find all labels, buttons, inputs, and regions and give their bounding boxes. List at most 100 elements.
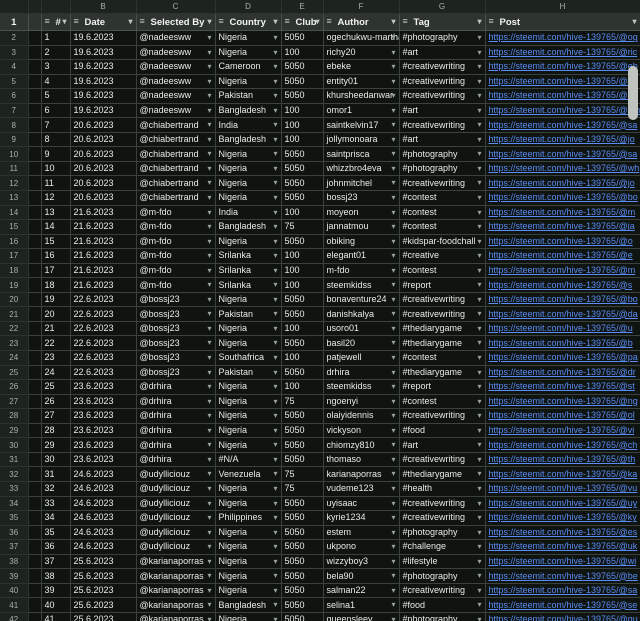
- row-number[interactable]: 12: [0, 175, 29, 192]
- author-cell[interactable]: entity01: [323, 74, 400, 90]
- author-cell[interactable]: ukpono: [323, 539, 400, 555]
- club-cell[interactable]: 100: [281, 45, 324, 61]
- date-cell[interactable]: 21.6.2023: [70, 277, 137, 293]
- club-cell[interactable]: 100: [281, 205, 324, 221]
- selected-by-cell[interactable]: @chiabertrand: [136, 146, 216, 162]
- post-link[interactable]: https://steemit.com/hive-139765/@es: [485, 525, 640, 541]
- tag-cell[interactable]: #creativewriting: [399, 59, 486, 75]
- post-link[interactable]: https://steemit.com/hive-139765/@se: [485, 597, 640, 613]
- country-cell[interactable]: Pakistan: [215, 365, 282, 381]
- date-cell[interactable]: 24.6.2023: [70, 510, 137, 526]
- tag-cell[interactable]: #contest: [399, 205, 486, 221]
- row-number[interactable]: 16: [0, 234, 29, 250]
- spacer-cell[interactable]: [28, 248, 42, 264]
- country-cell[interactable]: Nigeria: [215, 554, 282, 570]
- date-cell[interactable]: 25.6.2023: [70, 554, 137, 570]
- selected-by-cell[interactable]: @chiabertrand: [136, 132, 216, 148]
- number-cell[interactable]: 17: [41, 263, 71, 279]
- spacer-cell[interactable]: [28, 117, 42, 133]
- author-cell[interactable]: jannatmou: [323, 219, 400, 235]
- spacer-cell[interactable]: [28, 263, 42, 279]
- date-cell[interactable]: 20.6.2023: [70, 117, 137, 133]
- number-cell[interactable]: 20: [41, 306, 71, 322]
- spacer-cell[interactable]: [28, 277, 42, 293]
- country-cell[interactable]: Nigeria: [215, 292, 282, 308]
- spacer-cell[interactable]: [28, 306, 42, 322]
- club-cell[interactable]: 5050: [281, 612, 324, 621]
- post-link[interactable]: https://steemit.com/hive-139765/@wh: [485, 161, 640, 177]
- author-cell[interactable]: steemkidss: [323, 277, 400, 293]
- post-link[interactable]: https://steemit.com/hive-139765/@wi: [485, 554, 640, 570]
- club-cell[interactable]: 5050: [281, 234, 324, 250]
- number-cell[interactable]: 10: [41, 161, 71, 177]
- club-cell[interactable]: 5050: [281, 146, 324, 162]
- date-cell[interactable]: 24.6.2023: [70, 466, 137, 482]
- date-cell[interactable]: 22.6.2023: [70, 306, 137, 322]
- club-cell[interactable]: 5050: [281, 583, 324, 599]
- selected-by-cell[interactable]: @nadeesww: [136, 59, 216, 75]
- country-cell[interactable]: Nigeria: [215, 568, 282, 584]
- post-link[interactable]: https://steemit.com/hive-139765/@b: [485, 335, 640, 352]
- number-cell[interactable]: 40: [41, 597, 71, 613]
- number-cell[interactable]: 22: [41, 335, 71, 352]
- date-cell[interactable]: 20.6.2023: [70, 190, 137, 206]
- selected-by-cell[interactable]: @karianaporras: [136, 568, 216, 584]
- author-cell[interactable]: queensleey: [323, 612, 400, 621]
- date-cell[interactable]: 25.6.2023: [70, 568, 137, 584]
- row-number[interactable]: 24: [0, 350, 29, 366]
- club-cell[interactable]: 5050: [281, 74, 324, 90]
- author-cell[interactable]: steemkidss: [323, 379, 400, 395]
- number-cell[interactable]: 36: [41, 539, 71, 555]
- selected-by-cell[interactable]: @nadeesww: [136, 103, 216, 119]
- spacer-cell[interactable]: [28, 321, 42, 337]
- row-number[interactable]: 33: [0, 481, 29, 497]
- post-link[interactable]: https://steemit.com/hive-139765/@uy: [485, 496, 640, 512]
- number-cell[interactable]: 39: [41, 583, 71, 599]
- number-cell[interactable]: 23: [41, 350, 71, 366]
- header-tag[interactable]: Tag: [399, 13, 486, 31]
- author-cell[interactable]: thomaso: [323, 452, 400, 468]
- number-cell[interactable]: 4: [41, 74, 71, 90]
- post-link[interactable]: https://steemit.com/hive-139765/@vi: [485, 423, 640, 439]
- post-link[interactable]: https://steemit.com/hive-139765/@uk: [485, 539, 640, 555]
- header-selected-by[interactable]: Selected By: [136, 13, 216, 31]
- date-cell[interactable]: 25.6.2023: [70, 597, 137, 613]
- post-link[interactable]: https://steemit.com/hive-139765/@m: [485, 263, 640, 279]
- date-cell[interactable]: 24.6.2023: [70, 481, 137, 497]
- club-cell[interactable]: 100: [281, 379, 324, 395]
- header-post[interactable]: Post: [485, 13, 640, 31]
- author-cell[interactable]: kyrie1234: [323, 510, 400, 526]
- spacer-cell[interactable]: [28, 423, 42, 439]
- vertical-scrollbar[interactable]: [628, 66, 638, 120]
- selected-by-cell[interactable]: @nadeesww: [136, 74, 216, 90]
- club-cell[interactable]: 100: [281, 248, 324, 264]
- number-cell[interactable]: 16: [41, 248, 71, 264]
- spacer-cell[interactable]: [28, 335, 42, 352]
- author-cell[interactable]: omor1: [323, 103, 400, 119]
- date-cell[interactable]: 19.6.2023: [70, 74, 137, 90]
- post-link[interactable]: https://steemit.com/hive-139765/@jo: [485, 132, 640, 148]
- date-cell[interactable]: 24.6.2023: [70, 496, 137, 512]
- club-cell[interactable]: 5050: [281, 554, 324, 570]
- selected-by-cell[interactable]: @m-fdo: [136, 277, 216, 293]
- selected-by-cell[interactable]: @bossj23: [136, 365, 216, 381]
- country-cell[interactable]: Nigeria: [215, 394, 282, 410]
- author-cell[interactable]: olaiyidennis: [323, 408, 400, 424]
- number-cell[interactable]: 13: [41, 205, 71, 221]
- number-cell[interactable]: 7: [41, 117, 71, 133]
- date-cell[interactable]: 23.6.2023: [70, 452, 137, 468]
- row-number[interactable]: 19: [0, 277, 29, 293]
- country-cell[interactable]: Philippines: [215, 510, 282, 526]
- country-cell[interactable]: Nigeria: [215, 234, 282, 250]
- tag-cell[interactable]: #art: [399, 45, 486, 61]
- post-link[interactable]: https://steemit.com/hive-139765/@ng: [485, 394, 640, 410]
- author-cell[interactable]: johnmitchel: [323, 175, 400, 192]
- number-cell[interactable]: 31: [41, 466, 71, 482]
- author-cell[interactable]: wizzyboy3: [323, 554, 400, 570]
- row-number[interactable]: 2: [0, 30, 29, 46]
- country-cell[interactable]: Bangladesh: [215, 103, 282, 119]
- row-number[interactable]: 40: [0, 583, 29, 599]
- tag-cell[interactable]: #contest: [399, 350, 486, 366]
- tag-cell[interactable]: #art: [399, 132, 486, 148]
- spacer-cell[interactable]: [28, 292, 42, 308]
